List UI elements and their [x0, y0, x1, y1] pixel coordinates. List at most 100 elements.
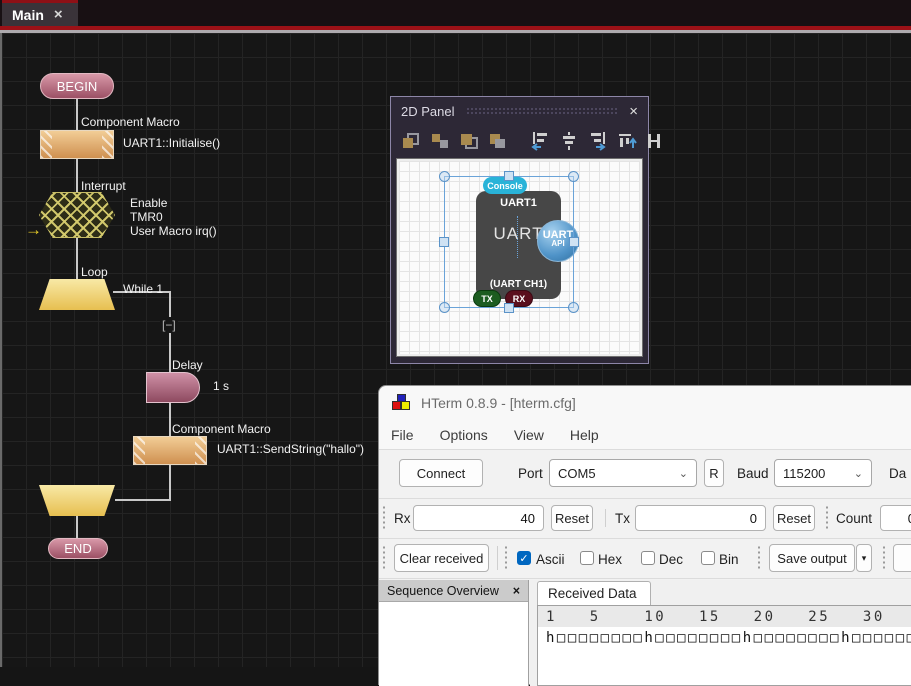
hterm-app-icon [391, 393, 411, 413]
tab-bar: Main × [0, 0, 911, 26]
bin-checkbox-label[interactable]: Bin [719, 552, 739, 567]
node-caption: UART1::SendString("hallo") [217, 442, 364, 456]
node-title: Component Macro [172, 422, 271, 436]
bin-checkbox[interactable] [701, 551, 715, 565]
node-title: Interrupt [81, 179, 126, 193]
dec-checkbox-label[interactable]: Dec [659, 552, 683, 567]
sequence-overview-header[interactable]: Sequence Overview × [379, 580, 528, 602]
selection-handle[interactable] [568, 171, 579, 182]
selection-handle[interactable] [439, 171, 450, 182]
titlebar-grip[interactable] [466, 107, 617, 115]
toolbar-grip[interactable] [382, 545, 386, 571]
send-to-back-icon[interactable] [488, 132, 508, 150]
node-caption: Enable [130, 196, 167, 210]
flow-component-macro-node[interactable] [40, 130, 114, 159]
begin-label: BEGIN [57, 79, 97, 94]
selection-handle[interactable] [569, 237, 579, 247]
flow-loop-end-node[interactable] [39, 485, 115, 516]
flow-component-macro-node[interactable] [133, 436, 207, 465]
rx-reset-button[interactable]: Reset [551, 505, 593, 531]
clipped-toolbar-button[interactable] [893, 544, 911, 572]
align-middle-icon[interactable] [646, 131, 662, 151]
dec-checkbox[interactable] [641, 551, 655, 565]
toolbar-grip[interactable] [757, 545, 761, 571]
separator [379, 538, 911, 539]
sequence-overview-panel: Sequence Overview × [379, 580, 529, 686]
sequence-overview-title: Sequence Overview [387, 584, 499, 598]
save-output-dropdown-arrow[interactable]: ▾ [856, 544, 872, 572]
selection-handle[interactable] [504, 303, 514, 313]
flow-delay-node[interactable] [146, 372, 200, 403]
hex-checkbox-label[interactable]: Hex [598, 552, 622, 567]
flow-interrupt-node[interactable] [39, 192, 115, 238]
baud-combobox[interactable]: 115200 ⌄ [774, 459, 872, 487]
end-label: END [64, 541, 91, 556]
connect-button[interactable]: Connect [399, 459, 483, 487]
flow-loop-start-node[interactable] [39, 279, 115, 310]
selection-handle[interactable] [568, 302, 579, 313]
hatch-decoration [41, 131, 52, 158]
selection-handle[interactable] [504, 171, 514, 181]
tab-close-icon[interactable]: × [54, 6, 63, 23]
received-data-area: Received Data 1 5 10 15 20 25 30 h□□□□□□… [530, 580, 911, 686]
execution-cursor-arrow: → [25, 220, 42, 240]
collapse-toggle[interactable]: [−] [160, 317, 178, 333]
connector-line [76, 516, 78, 539]
flow-end-node[interactable]: END [48, 538, 108, 559]
tab-main[interactable]: Main × [2, 0, 78, 26]
selection-handle[interactable] [439, 237, 449, 247]
node-title: Component Macro [81, 115, 180, 129]
connector-line [76, 98, 78, 130]
rx-count-field: 40 [413, 505, 544, 531]
node-caption: User Macro irq() [130, 224, 217, 238]
separator [379, 449, 911, 450]
separator [605, 509, 606, 527]
flow-begin-node[interactable]: BEGIN [40, 73, 114, 99]
save-output-button[interactable]: Save output [769, 544, 855, 572]
send-backward-icon[interactable] [430, 132, 450, 150]
align-center-icon[interactable] [559, 131, 579, 151]
tab-received-data[interactable]: Received Data [537, 581, 651, 605]
toolbar-grip[interactable] [825, 505, 829, 531]
hex-checkbox[interactable] [580, 551, 594, 565]
ascii-checkbox-label[interactable]: Ascii [536, 552, 565, 567]
hterm-menubar: File Options View Help [379, 420, 911, 449]
align-right-icon[interactable] [588, 131, 608, 151]
2d-panel-titlebar[interactable]: 2D Panel × [391, 97, 648, 125]
ascii-checkbox[interactable]: ✓ [517, 551, 531, 565]
bring-forward-icon[interactable] [401, 132, 421, 150]
data-label-clipped: Da [889, 466, 906, 481]
menu-help[interactable]: Help [570, 427, 599, 443]
menu-file[interactable]: File [391, 427, 414, 443]
toolbar-grip[interactable] [504, 545, 508, 571]
selection-handle[interactable] [439, 302, 450, 313]
rescan-ports-button[interactable]: R [704, 459, 724, 487]
toolbar-grip[interactable] [882, 545, 886, 571]
2d-panel-toolbar [391, 125, 648, 157]
align-top-icon[interactable] [617, 131, 637, 151]
menu-options[interactable]: Options [440, 427, 488, 443]
selection-rectangle [444, 176, 574, 308]
port-combobox[interactable]: COM5 ⌄ [549, 459, 697, 487]
clear-received-button[interactable]: Clear received [394, 544, 489, 572]
chevron-down-icon: ⌄ [679, 467, 688, 480]
hatch-decoration [102, 131, 113, 158]
baud-label: Baud [737, 466, 769, 481]
toolbar-grip[interactable] [382, 505, 386, 531]
connector-line [115, 499, 171, 501]
2d-panel-canvas[interactable]: Console UART1 UART (UART CH1) TX RX UART… [397, 159, 642, 356]
close-icon[interactable]: × [513, 584, 520, 598]
connector-line [76, 238, 78, 279]
tx-reset-button[interactable]: Reset [773, 505, 815, 531]
close-icon[interactable]: × [629, 103, 638, 120]
count-label: Count [836, 511, 872, 526]
hterm-titlebar[interactable]: HTerm 0.8.9 - [hterm.cfg] [379, 386, 911, 420]
menu-view[interactable]: View [514, 427, 544, 443]
node-title: Delay [172, 358, 203, 372]
hterm-window-title: HTerm 0.8.9 - [hterm.cfg] [421, 395, 576, 411]
connector-line [169, 403, 171, 437]
bring-to-front-icon[interactable] [459, 132, 479, 150]
align-left-icon[interactable] [530, 131, 550, 151]
received-data-viewport[interactable]: 1 5 10 15 20 25 30 h□□□□□□□□h□□□□□□□□h□□… [537, 605, 911, 686]
received-data-tab-label: Received Data [548, 586, 637, 601]
